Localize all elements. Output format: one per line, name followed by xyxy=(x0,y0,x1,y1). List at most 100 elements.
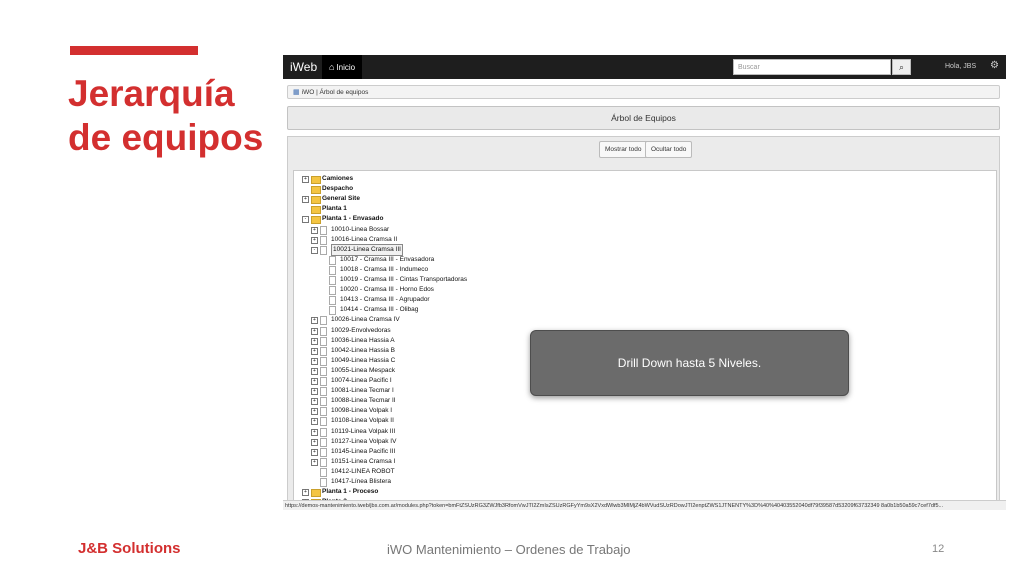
show-all-button[interactable]: Mostrar todo xyxy=(599,141,648,158)
tree-folder-node[interactable]: Planta 1 xyxy=(302,204,984,215)
expand-icon[interactable]: + xyxy=(311,428,318,436)
tree-node-label[interactable]: Planta 1 - Proceso xyxy=(322,487,378,497)
tree-node-label[interactable]: 10029-Envolvedoras xyxy=(331,326,391,336)
tree-node-label[interactable]: 10049-Linea Hassia C xyxy=(331,356,395,366)
page-number: 12 xyxy=(932,543,945,555)
tree-item-node[interactable]: +10016-Linea Cramsa II xyxy=(311,235,984,245)
folder-icon xyxy=(311,489,321,498)
document-icon xyxy=(320,336,327,346)
nav-home-link[interactable]: ⌂ Inicio xyxy=(322,55,363,79)
folder-icon xyxy=(311,216,321,225)
tree-item-node[interactable]: 10412-LINEA ROBOT xyxy=(311,467,984,477)
expand-icon[interactable]: + xyxy=(302,176,309,183)
tree-folder-node[interactable]: Despacho xyxy=(302,184,984,195)
user-greeting[interactable]: Hola, JBS xyxy=(945,63,976,70)
home-icon: ⌂ xyxy=(329,62,335,72)
tree-node-label[interactable]: 10119-Linea Volpak III xyxy=(331,427,395,437)
tree-item-node[interactable]: +10127-Linea Volpak IV xyxy=(311,437,984,447)
tree-node-label[interactable]: 10412-LINEA ROBOT xyxy=(331,467,395,477)
document-icon xyxy=(329,265,336,275)
tree-node-label[interactable]: 10081-Linea Tecmar I xyxy=(331,386,394,396)
tree-node-label[interactable]: 10026-Linea Cramsa IV xyxy=(331,315,400,325)
expand-icon[interactable]: + xyxy=(311,367,318,375)
tree-folder-node[interactable]: - Planta 1 - Envasado xyxy=(302,214,984,225)
tree-item-node[interactable]: +10088-Linea Tecmar II xyxy=(311,396,984,407)
tree-node-label[interactable]: 10020 - Cramsa III - Horno Edos xyxy=(340,285,434,295)
tree-node-label[interactable]: 10036-Linea Hassia A xyxy=(331,336,395,346)
tree-node-label[interactable]: 10010-Linea Bossar xyxy=(331,225,389,235)
tree-node-label[interactable]: 10417-Línea Blistera xyxy=(331,477,391,487)
expand-icon[interactable]: + xyxy=(311,388,318,396)
tree-node-label[interactable]: Planta 1 - Envasado xyxy=(322,214,383,224)
tree-node-label[interactable]: 10151-Linea Cramsa I xyxy=(331,457,395,467)
tree-item-node[interactable]: +10108-Linea Volpak II xyxy=(311,416,984,427)
search-button[interactable]: ⌕ xyxy=(892,59,911,75)
expand-icon[interactable]: + xyxy=(311,236,318,244)
tree-node-label[interactable]: 10017 - Cramsa III - Envasadora xyxy=(340,255,434,265)
tree-node-label[interactable]: 10098-Linea Volpak I xyxy=(331,406,392,416)
expand-icon[interactable]: + xyxy=(311,327,318,335)
tree-node-label[interactable]: 10074-Linea Pacific I xyxy=(331,376,392,386)
tree-node-label[interactable]: General Site xyxy=(322,194,360,204)
tree-panel: Mostrar todo Ocultar todo + Camiones Despa… xyxy=(287,136,1000,510)
expand-icon[interactable]: + xyxy=(311,378,318,385)
tree-item-node[interactable]: +10119-Linea Volpak III xyxy=(311,427,984,437)
tree-item-node[interactable]: +10145-Linea Pacific III xyxy=(311,447,984,457)
company-brand: J&B Solutions xyxy=(78,540,181,557)
tree-node-label[interactable]: 10042-Linea Hassia B xyxy=(331,346,395,356)
document-icon xyxy=(329,276,336,285)
tree-node-label[interactable]: 10127-Linea Volpak IV xyxy=(331,437,396,447)
expand-icon[interactable]: + xyxy=(302,196,309,204)
tree-node-label[interactable]: 10145-Linea Pacific III xyxy=(331,447,395,457)
expand-icon[interactable]: + xyxy=(311,357,318,365)
tree-item-node[interactable]: +10026-Linea Cramsa IV xyxy=(311,315,984,326)
folder-icon xyxy=(311,196,321,205)
tree-item-node[interactable]: 10417-Línea Blistera xyxy=(311,477,984,487)
tree-node-label[interactable]: 10018 - Cramsa III - Indumeco xyxy=(340,265,428,275)
tree-item-node[interactable]: +10098-Linea Volpak I xyxy=(311,406,984,417)
tree-item-node[interactable]: -10021-Linea Cramsa III xyxy=(311,243,984,256)
expand-icon[interactable]: + xyxy=(311,418,318,426)
document-icon xyxy=(320,225,327,235)
tree-node-label[interactable]: 10414 - Cramsa III - Olibag xyxy=(340,305,418,315)
breadcrumb-label: iWO | Árbol de equipos xyxy=(301,89,369,96)
expand-icon[interactable]: + xyxy=(311,458,318,466)
tree-folder-node[interactable]: + Camiones xyxy=(302,174,984,184)
tree-folder-node[interactable]: + Planta 1 - Proceso xyxy=(302,487,984,498)
tree-node-label[interactable]: 10088-Linea Tecmar II xyxy=(331,396,396,406)
document-icon xyxy=(320,316,327,326)
tree-node-label[interactable]: Planta 1 xyxy=(322,204,347,214)
tree-item-node[interactable]: +10010-Linea Bossar xyxy=(311,225,984,235)
title-accent-bar xyxy=(70,46,198,55)
app-brand[interactable]: iWeb xyxy=(290,60,317,74)
expand-icon[interactable]: + xyxy=(311,398,318,406)
expand-icon[interactable]: + xyxy=(311,408,318,416)
tree-item-node[interactable]: +10151-Linea Cramsa I xyxy=(311,457,984,467)
gear-icon[interactable]: ⚙ xyxy=(990,60,999,71)
tree-node-label[interactable]: 10019 - Cramsa III - Cintas Transportado… xyxy=(340,275,467,285)
tree-item-node[interactable]: 10017 - Cramsa III - Envasadora xyxy=(320,255,984,265)
tree-node-label[interactable]: Despacho xyxy=(322,184,353,194)
hide-all-button[interactable]: Ocultar todo xyxy=(645,141,693,158)
tree-item-node[interactable]: 10019 - Cramsa III - Cintas Transportado… xyxy=(320,275,984,285)
tree-item-node[interactable]: 10018 - Cramsa III - Indumeco xyxy=(320,265,984,275)
document-icon xyxy=(320,235,327,245)
expand-icon[interactable]: + xyxy=(302,489,309,497)
tree-item-node[interactable]: 10414 - Cramsa III - Olibag xyxy=(320,305,984,316)
tree-node-label[interactable]: 10413 - Cramsa III - Agrupador xyxy=(340,295,430,305)
collapse-icon[interactable]: - xyxy=(302,216,309,224)
expand-icon[interactable]: + xyxy=(311,347,318,355)
expand-icon[interactable]: + xyxy=(311,337,318,345)
collapse-icon[interactable]: - xyxy=(311,246,318,254)
tree-item-node[interactable]: 10413 - Cramsa III - Agrupador xyxy=(320,295,984,306)
tree-node-label[interactable]: 10055-Linea Mespack xyxy=(331,366,395,376)
tree-item-node[interactable]: 10020 - Cramsa III - Horno Edos xyxy=(320,285,984,296)
expand-icon[interactable]: + xyxy=(311,226,318,234)
expand-icon[interactable]: + xyxy=(311,438,318,446)
tree-node-label[interactable]: 10108-Linea Volpak II xyxy=(331,416,394,426)
tree-node-label[interactable]: Camiones xyxy=(322,174,353,184)
search-input[interactable] xyxy=(733,59,891,75)
expand-icon[interactable]: + xyxy=(311,448,318,456)
expand-icon[interactable]: + xyxy=(311,317,318,325)
tree-folder-node[interactable]: + General Site xyxy=(302,194,984,205)
